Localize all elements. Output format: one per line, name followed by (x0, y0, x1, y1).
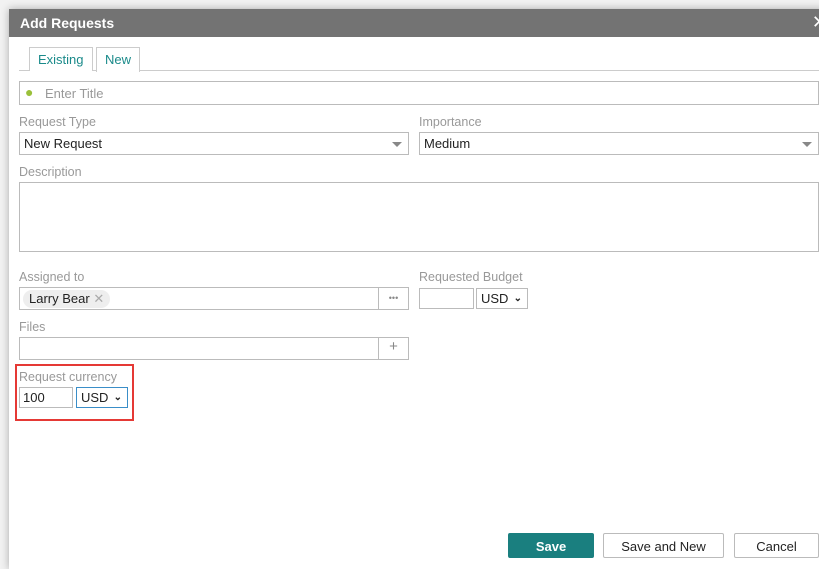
add-requests-dialog: Add Requests ✕ Existing New ● Enter Titl… (9, 9, 819, 569)
save-and-new-button[interactable]: Save and New (603, 533, 724, 558)
requested-budget-currency-select[interactable]: USD ⌄ (476, 288, 528, 309)
request-type-select[interactable]: New Request (19, 132, 409, 155)
chevron-down-icon: ⌄ (113, 392, 122, 403)
dialog-title: Add Requests (9, 9, 819, 37)
caret-down-icon (802, 142, 812, 147)
tab-bar: Existing New (19, 47, 819, 72)
description-label: Description (19, 165, 82, 179)
title-placeholder: Enter Title (45, 86, 104, 101)
cancel-button[interactable]: Cancel (734, 533, 819, 558)
files-label: Files (19, 320, 46, 334)
importance-label: Importance (419, 115, 482, 129)
importance-select[interactable]: Medium (419, 132, 819, 155)
files-field[interactable]: + (19, 337, 409, 360)
request-type-value: New Request (24, 136, 103, 151)
remove-icon[interactable]: ✕ (93, 291, 104, 306)
caret-down-icon (392, 142, 402, 147)
close-icon[interactable]: ✕ (812, 12, 819, 33)
more-button[interactable]: ••• (378, 288, 408, 309)
title-input[interactable]: ● Enter Title (19, 81, 819, 105)
description-textarea[interactable] (19, 182, 819, 252)
request-currency-label: Request currency (19, 370, 117, 384)
request-currency-select[interactable]: USD ⌄ (76, 387, 128, 408)
save-button[interactable]: Save (508, 533, 594, 558)
request-currency-input[interactable]: 100 (19, 387, 73, 408)
request-type-label: Request Type (19, 115, 96, 129)
lightbulb-icon: ● (25, 84, 34, 100)
tab-existing[interactable]: Existing (29, 47, 93, 71)
requested-budget-input[interactable] (419, 288, 474, 309)
currency-value: USD (81, 390, 109, 405)
tab-new[interactable]: New (96, 47, 141, 72)
chevron-down-icon: ⌄ (513, 293, 522, 304)
currency-value: USD (481, 291, 509, 306)
requested-budget-label: Requested Budget (419, 270, 523, 284)
assignee-chip: Larry Bear ✕ (23, 290, 111, 308)
assigned-to-label: Assigned to (19, 270, 85, 284)
add-file-button[interactable]: + (378, 338, 408, 359)
importance-value: Medium (424, 136, 471, 151)
assignee-name: Larry Bear (29, 291, 90, 306)
assigned-to-field[interactable]: Larry Bear ✕ ••• (19, 287, 409, 310)
